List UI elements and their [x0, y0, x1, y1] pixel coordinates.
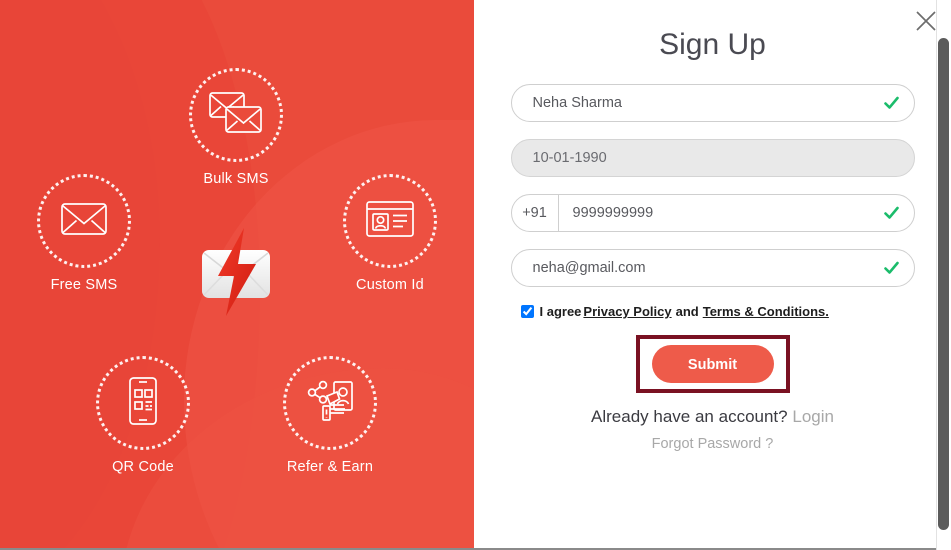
green-check-icon: [883, 205, 900, 222]
name-field[interactable]: Neha Sharma: [510, 84, 915, 122]
signup-form-panel: Sign Up Neha Sharma 10-01-1990 +91 99999…: [474, 0, 951, 550]
already-text: Already have an account?: [591, 407, 788, 426]
terms-conditions-link[interactable]: Terms & Conditions.: [703, 304, 829, 319]
scrollbar-thumb[interactable]: [938, 38, 949, 530]
feature-circle: [189, 68, 283, 162]
feature-circle: [37, 174, 131, 268]
form-inner: Sign Up Neha Sharma 10-01-1990 +91 99999…: [510, 0, 915, 452]
feature-free-sms: Free SMS: [9, 174, 159, 293]
submit-area: Submit: [511, 335, 915, 393]
feature-circle: [283, 356, 377, 450]
feature-circle: [343, 174, 437, 268]
scrollbar-track[interactable]: [936, 0, 951, 550]
login-link[interactable]: Login: [792, 407, 834, 426]
phone-value: 9999999999: [572, 204, 654, 221]
qr-phone-icon: [126, 376, 160, 431]
signup-screen: Bulk SMS Free SMS Custom Id QR Code Refe…: [0, 0, 951, 550]
agree-checkbox[interactable]: [520, 305, 534, 318]
dob-field[interactable]: 10-01-1990: [510, 139, 915, 177]
feature-bulk-sms: Bulk SMS: [161, 68, 311, 187]
page-title: Sign Up: [659, 28, 766, 61]
feature-label: QR Code: [112, 459, 174, 475]
forgot-password-link[interactable]: Forgot Password ?: [511, 436, 915, 452]
name-value: Neha Sharma: [532, 94, 622, 111]
agree-conjunction: and: [675, 304, 699, 319]
agree-prefix: I agree: [539, 304, 582, 319]
feature-label: Bulk SMS: [203, 171, 269, 187]
phone-field[interactable]: +91 9999999999: [510, 194, 915, 232]
share-money-icon: [304, 376, 356, 431]
id-card-icon: [365, 200, 415, 243]
green-check-icon: [883, 95, 900, 112]
feature-circle: [96, 356, 190, 450]
double-envelope-icon: [207, 90, 265, 141]
submit-button[interactable]: Submit: [651, 345, 774, 383]
submit-highlight-box: Submit: [635, 335, 790, 393]
feature-label: Free SMS: [50, 277, 118, 293]
green-check-icon: [883, 260, 900, 277]
feature-label: Custom Id: [356, 277, 424, 293]
feature-refer-earn: Refer & Earn: [255, 356, 405, 475]
email-field[interactable]: neha@gmail.com: [510, 249, 915, 287]
envelope-lightning-logo: [188, 226, 284, 318]
feature-custom-id: Custom Id: [315, 174, 465, 293]
promo-panel: Bulk SMS Free SMS Custom Id QR Code Refe…: [0, 0, 474, 548]
privacy-policy-link[interactable]: Privacy Policy: [583, 304, 671, 319]
agreement-row: I agree Privacy Policy and Terms & Condi…: [511, 304, 915, 319]
email-value: neha@gmail.com: [532, 259, 646, 276]
feature-qr-code: QR Code: [68, 356, 218, 475]
feature-label: Refer & Earn: [286, 459, 374, 475]
dob-value: 10-01-1990: [532, 149, 607, 166]
envelope-icon: [60, 202, 108, 241]
country-code[interactable]: +91: [512, 195, 559, 231]
already-have-account: Already have an account? Login: [511, 407, 915, 427]
